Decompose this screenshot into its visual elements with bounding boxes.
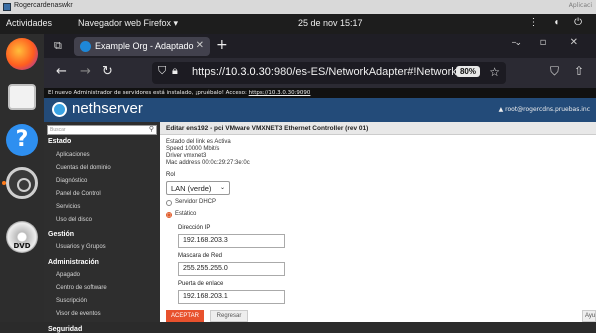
main-content: Editar ens192 - pci VMware VMXNET3 Ether… (160, 122, 596, 322)
system-tray-icons[interactable]: ⋮ ◖ ⏻ (528, 17, 588, 28)
accept-button[interactable]: ACEPTAR (166, 310, 204, 322)
radio-dhcp-label[interactable]: Servidor DHCP (175, 199, 216, 205)
back-button[interactable]: Regresar (210, 310, 248, 322)
url-bar[interactable]: ⛉ 🔒︎ https://10.3.0.30:980/es-ES/Network… (152, 62, 506, 84)
sidebar-item-visor[interactable]: Visor de eventos (56, 311, 101, 317)
nethserver-logo-icon (52, 102, 67, 117)
sidebar-item-diagnostico[interactable]: Diagnóstico (56, 178, 87, 184)
window-controls[interactable]: – ▫ ✕ (511, 37, 588, 48)
tab-list-icon[interactable]: ⧉ (54, 39, 66, 52)
sidebar-item-panel[interactable]: Panel de Control (56, 191, 101, 197)
role-select[interactable]: LAN (verde) ⌄ (166, 181, 230, 195)
sidebar: Buscar ⚲ Estado Aplicaciones Cuentas del… (44, 122, 160, 333)
vm-window-title: Rogercardenaswkr (14, 2, 73, 9)
sidebar-item-cuentas[interactable]: Cuentas del dominio (56, 165, 111, 171)
link-driver: Driver vmxnet3 (166, 153, 207, 159)
radio-dhcp[interactable] (166, 200, 172, 206)
radio-static-label[interactable]: Estático (175, 211, 196, 217)
vm-window-right-text: Aplicaci (568, 2, 592, 9)
sidebar-item-apagado[interactable]: Apagado (56, 272, 80, 278)
radio-static[interactable] (166, 212, 172, 218)
sidebar-section-gestion: Gestión (48, 231, 75, 238)
sidebar-item-aplicaciones[interactable]: Aplicaciones (56, 152, 90, 158)
notice-link[interactable]: https://10.3.0.30:9090 (249, 90, 311, 96)
search-placeholder: Buscar (50, 127, 66, 133)
reload-icon[interactable]: ↻ (102, 64, 113, 79)
app-menu[interactable]: Navegador web Firefox ▾ (78, 18, 178, 29)
dock: ? DVD (0, 34, 44, 322)
mask-field[interactable]: 255.255.255.0 (178, 262, 285, 276)
star-icon[interactable]: ☆ (489, 65, 500, 79)
nethserver-header: nethserver ▲ root@rogercdns.pruebas.inc (44, 98, 596, 122)
sidebar-section-administracion: Administración (48, 259, 99, 266)
tab-active[interactable]: Example Org - Adaptado ✕ (74, 37, 210, 56)
search-icon[interactable]: ⚲ (149, 125, 154, 133)
firefox-icon[interactable] (6, 38, 38, 70)
pocket-icon[interactable]: ⛉ (550, 64, 559, 79)
files-icon[interactable] (8, 84, 36, 110)
back-icon[interactable]: ← (56, 64, 67, 79)
vm-window-titlebar: Rogercardenaswkr Aplicaci (0, 0, 596, 14)
help-icon[interactable]: ? (6, 124, 38, 156)
role-label: Rol (166, 172, 176, 178)
link-speed: Speed 10000 Mbit/s (166, 146, 220, 152)
close-icon[interactable]: ✕ (196, 40, 204, 51)
nethserver-logo-text: nethserver (72, 100, 143, 117)
sidebar-search-input[interactable]: Buscar ⚲ (47, 125, 157, 135)
new-tab-icon[interactable]: + (216, 37, 228, 53)
mac-address: Mac address 00:0c:29:27:3e:0c (166, 160, 250, 166)
sidebar-item-software[interactable]: Centro de software (56, 285, 107, 291)
gateway-field[interactable]: 192.168.203.1 (178, 290, 285, 304)
clock[interactable]: 25 de nov 15:17 (298, 18, 363, 28)
tab-title: Example Org - Adaptado (95, 41, 194, 51)
ip-label: Dirección IP (178, 225, 211, 231)
vm-app-icon (3, 3, 11, 11)
sidebar-section-estado: Estado (48, 138, 72, 145)
sidebar-item-usuarios[interactable]: Usuarios y Grupos (56, 244, 106, 250)
notice-bar: El nuevo Administrador de servidores est… (44, 88, 596, 98)
sidebar-item-servicios[interactable]: Servicios (56, 204, 80, 210)
user-menu[interactable]: ▲ root@rogercdns.pruebas.inc (499, 106, 590, 113)
zoom-level-badge[interactable]: 80% (455, 66, 480, 77)
sidebar-section-seguridad: Seguridad (48, 326, 83, 333)
tab-bar: ⧉ Example Org - Adaptado ✕ + ⌄ – ▫ ✕ (44, 34, 596, 58)
shield-icon[interactable]: ⛉ (158, 65, 166, 78)
activities-button[interactable]: Actividades (6, 18, 52, 28)
mask-label: Mascara de Red (178, 253, 223, 259)
gateway-label: Puerta de enlace (178, 281, 224, 287)
gnome-topbar: Actividades Navegador web Firefox ▾ 25 d… (0, 14, 596, 34)
url-text[interactable]: https://10.3.0.30:980/es-ES/NetworkAdapt… (192, 66, 462, 78)
navigation-toolbar: ← → ↻ ⛉ 🔒︎ https://10.3.0.30:980/es-ES/N… (44, 58, 596, 88)
help-button[interactable]: Ayu (582, 310, 596, 322)
nethserver-favicon-icon (80, 41, 91, 52)
notice-text: El nuevo Administrador de servidores est… (48, 90, 249, 96)
chevron-down-icon: ⌄ (219, 185, 225, 191)
role-value: LAN (verde) (171, 184, 212, 193)
settings-icon[interactable] (6, 167, 38, 199)
dvd-icon[interactable]: DVD (6, 221, 38, 253)
sidebar-item-suscripcion[interactable]: Suscripción (56, 298, 87, 304)
ip-field[interactable]: 192.168.203.3 (178, 234, 285, 248)
lock-warning-icon[interactable]: 🔒︎ (172, 65, 178, 78)
sidebar-item-uso-disco[interactable]: Uso del disco (56, 217, 92, 223)
forward-icon[interactable]: → (80, 64, 91, 79)
link-status: Estado del link es Activa (166, 139, 231, 145)
page-title: Editar ens192 - pci VMware VMXNET3 Ether… (160, 122, 596, 135)
extensions-icon[interactable]: ⇧ (574, 64, 584, 78)
firefox-window: ⧉ Example Org - Adaptado ✕ + ⌄ – ▫ ✕ ← →… (44, 34, 596, 333)
